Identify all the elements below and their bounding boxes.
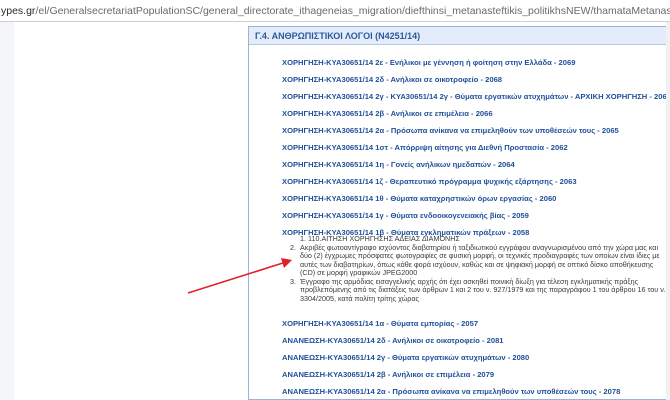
right-scroll-edge[interactable] — [666, 22, 670, 400]
red-arrow-annotation — [187, 258, 292, 294]
